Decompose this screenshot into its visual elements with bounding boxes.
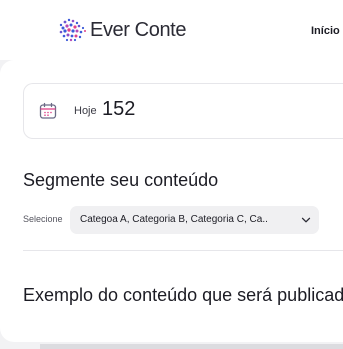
today-value: 152	[102, 98, 136, 120]
category-select[interactable]: Categoa A, Categoria B, Categoria C, Ca.…	[70, 206, 319, 234]
brand-logo[interactable]: Ever Conte	[58, 17, 186, 43]
select-label: Selecione	[23, 214, 63, 224]
today-stat-box: Hoje 152	[23, 83, 343, 139]
select-value: Categoa A, Categoria B, Categoria C, Ca.…	[80, 214, 268, 225]
calendar-icon	[39, 102, 57, 119]
nav-link-inicio[interactable]: Início	[311, 25, 340, 37]
top-bar: Ever Conte Início	[0, 0, 343, 60]
section-divider	[23, 250, 343, 251]
logo-text: Ever Conte	[90, 18, 187, 41]
example-section-title: Exemplo do conteúdo que será publicado	[23, 285, 343, 305]
chevron-down-icon	[301, 217, 311, 223]
dots-cloud-logo-icon	[59, 18, 86, 42]
today-label: Hoje	[74, 105, 97, 117]
segment-section-title: Segmente seu conteúdo	[23, 170, 219, 190]
preview-strip	[40, 344, 343, 349]
